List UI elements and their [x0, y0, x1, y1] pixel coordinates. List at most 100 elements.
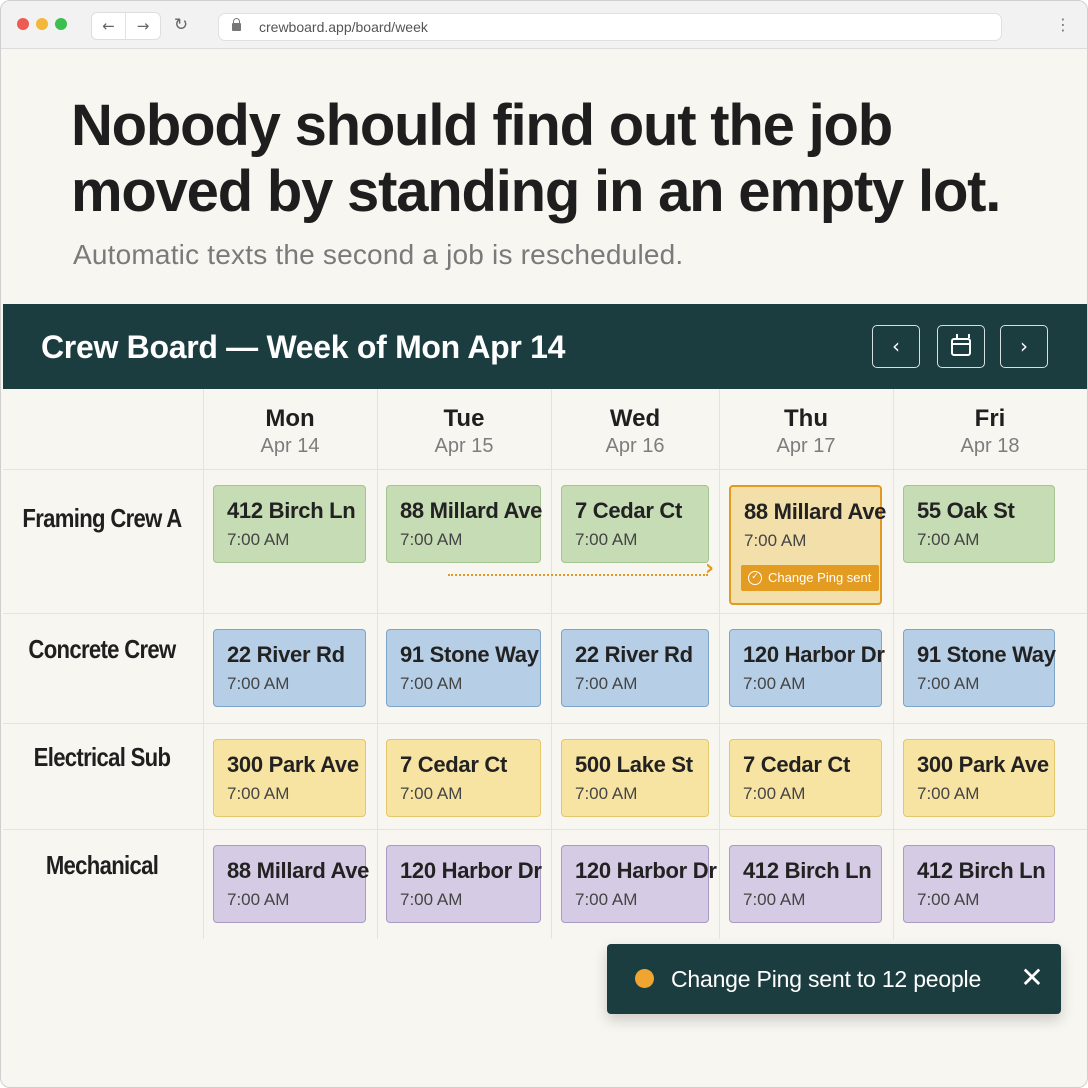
job-card[interactable]: 88 Millard Ave 7:00 AM ✓ Change Ping sent: [729, 485, 887, 605]
browser-chrome: ← → ↻ crewboard.app/board/week ⋮: [1, 1, 1087, 49]
day-date: Apr 15: [434, 435, 494, 457]
job-card[interactable]: 7 Cedar Ct 7:00 AM: [386, 739, 541, 817]
job-card[interactable]: 412 Birch Ln 7:00 AM: [729, 845, 882, 923]
job-card[interactable]: 88 Millard Ave 7:00 AM: [213, 845, 369, 923]
job-address: 7 Cedar Ct: [743, 752, 851, 777]
job-address: 120 Harbor Dr: [400, 858, 542, 883]
board-title: Crew Board — Week of Mon Apr 14: [41, 329, 566, 365]
job-address: 412 Birch Ln: [917, 858, 1046, 883]
url-text[interactable]: crewboard.app/board/week: [259, 14, 428, 41]
job-address: 91 Stone Way: [400, 642, 539, 667]
crew-label: Mechanical: [45, 850, 159, 880]
job-time: 7:00 AM: [227, 674, 290, 693]
reschedule-arrow: [448, 574, 708, 576]
kebab-menu-icon[interactable]: ⋮: [1053, 14, 1073, 36]
nav-button-group: ← →: [91, 12, 161, 40]
job-address: 500 Lake St: [575, 752, 693, 777]
job-card[interactable]: 22 River Rd 7:00 AM: [213, 629, 366, 707]
job-time: 7:00 AM: [400, 674, 463, 693]
toast-message: Change Ping sent to 12 people: [671, 966, 982, 992]
job-time: 7:00 AM: [400, 530, 463, 549]
chevron-right-icon: ›: [1020, 334, 1028, 358]
job-address: 300 Park Ave: [917, 752, 1049, 777]
job-card[interactable]: 300 Park Ave 7:00 AM: [903, 739, 1055, 817]
day-header-thu: Thu Apr 17: [719, 405, 893, 459]
day-header-mon: Mon Apr 14: [203, 405, 377, 459]
job-address: 120 Harbor Dr: [575, 858, 717, 883]
job-time: 7:00 AM: [575, 890, 638, 909]
page-subhead: Automatic texts the second a job is resc…: [73, 239, 684, 270]
crew-label: Concrete Crew: [28, 634, 176, 664]
job-card[interactable]: 91 Stone Way 7:00 AM: [386, 629, 541, 707]
job-card[interactable]: 120 Harbor Dr 7:00 AM: [561, 845, 717, 923]
back-arrow-icon[interactable]: ←: [92, 13, 126, 39]
day-name: Wed: [609, 405, 661, 432]
job-address: 412 Birch Ln: [743, 858, 872, 883]
arrowhead-icon: ›: [705, 556, 715, 581]
job-card[interactable]: 120 Harbor Dr 7:00 AM: [729, 629, 885, 707]
prev-week-button[interactable]: ‹: [872, 325, 920, 368]
day-name: Tue: [443, 405, 485, 432]
page-headline: Nobody should find out the job moved by …: [71, 93, 1001, 224]
crew-label: Framing Crew A: [22, 503, 182, 533]
job-address: 88 Millard Ave: [400, 498, 543, 523]
day-header-fri: Fri Apr 18: [893, 405, 1087, 459]
job-card[interactable]: 22 River Rd 7:00 AM: [561, 629, 709, 707]
job-time: 7:00 AM: [575, 530, 638, 549]
lock-icon: [232, 18, 241, 31]
check-circle-icon: ✓: [748, 571, 762, 585]
calendar-button[interactable]: [937, 325, 985, 368]
job-time: 7:00 AM: [917, 890, 980, 909]
job-card[interactable]: 500 Lake St 7:00 AM: [561, 739, 709, 817]
job-card[interactable]: 412 Birch Ln 7:00 AM: [903, 845, 1055, 923]
window-maximize-dot[interactable]: [55, 18, 67, 30]
job-card[interactable]: 300 Park Ave 7:00 AM: [213, 739, 366, 817]
window-minimize-dot[interactable]: [36, 18, 48, 30]
job-time: 7:00 AM: [400, 784, 463, 803]
next-week-button[interactable]: ›: [1000, 325, 1048, 368]
browser-window: ← → ↻ crewboard.app/board/week ⋮ Nobody …: [0, 0, 1088, 1088]
job-address: 22 River Rd: [227, 642, 345, 667]
day-name: Mon: [265, 405, 315, 432]
forward-arrow-icon[interactable]: →: [126, 13, 160, 39]
day-date: Apr 16: [605, 435, 665, 457]
reload-icon[interactable]: ↻: [169, 12, 193, 38]
job-time: 7:00 AM: [575, 674, 638, 693]
job-address: 22 River Rd: [575, 642, 693, 667]
job-time: 7:00 AM: [744, 531, 807, 550]
crew-board-grid: Mon Apr 14 Tue Apr 15 Wed Apr 16 Thu Apr 17 Fri A…: [3, 389, 1087, 949]
job-card[interactable]: 88 Millard Ave 7:00 AM: [386, 485, 543, 563]
job-card[interactable]: 120 Harbor Dr 7:00 AM: [386, 845, 542, 923]
job-address: 7 Cedar Ct: [575, 498, 683, 523]
column-divider: [203, 389, 204, 939]
day-header-wed: Wed Apr 16: [551, 405, 719, 459]
board-header: Crew Board — Week of Mon Apr 14 ‹ ›: [3, 304, 1087, 389]
day-date: Apr 14: [260, 435, 320, 457]
chevron-left-icon: ‹: [892, 334, 900, 358]
row-divider: [3, 469, 1087, 470]
job-card[interactable]: 7 Cedar Ct 7:00 AM: [729, 739, 882, 817]
address-bar[interactable]: crewboard.app/board/week: [218, 13, 1002, 41]
job-address: 55 Oak St: [917, 498, 1015, 523]
job-time: 7:00 AM: [227, 890, 290, 909]
close-icon[interactable]: ✕: [1017, 962, 1047, 994]
job-time: 7:00 AM: [917, 784, 980, 803]
job-card[interactable]: 7 Cedar Ct 7:00 AM: [561, 485, 709, 563]
change-ping-badge: ✓ Change Ping sent: [741, 565, 880, 591]
calendar-icon: [951, 334, 971, 356]
window-close-dot[interactable]: [17, 18, 29, 30]
job-time: 7:00 AM: [743, 890, 806, 909]
job-time: 7:00 AM: [917, 674, 980, 693]
job-address: 120 Harbor Dr: [743, 642, 885, 667]
row-divider: [3, 829, 1087, 830]
job-card[interactable]: 91 Stone Way 7:00 AM: [903, 629, 1056, 707]
job-card[interactable]: 55 Oak St 7:00 AM: [903, 485, 1055, 563]
badge-label: Change Ping sent: [768, 570, 872, 585]
row-divider: [3, 613, 1087, 614]
row-divider: [3, 723, 1087, 724]
job-address: 88 Millard Ave: [744, 499, 887, 524]
job-time: 7:00 AM: [400, 890, 463, 909]
job-card[interactable]: 412 Birch Ln 7:00 AM: [213, 485, 366, 563]
job-address: 412 Birch Ln: [227, 498, 356, 523]
job-address: 7 Cedar Ct: [400, 752, 508, 777]
